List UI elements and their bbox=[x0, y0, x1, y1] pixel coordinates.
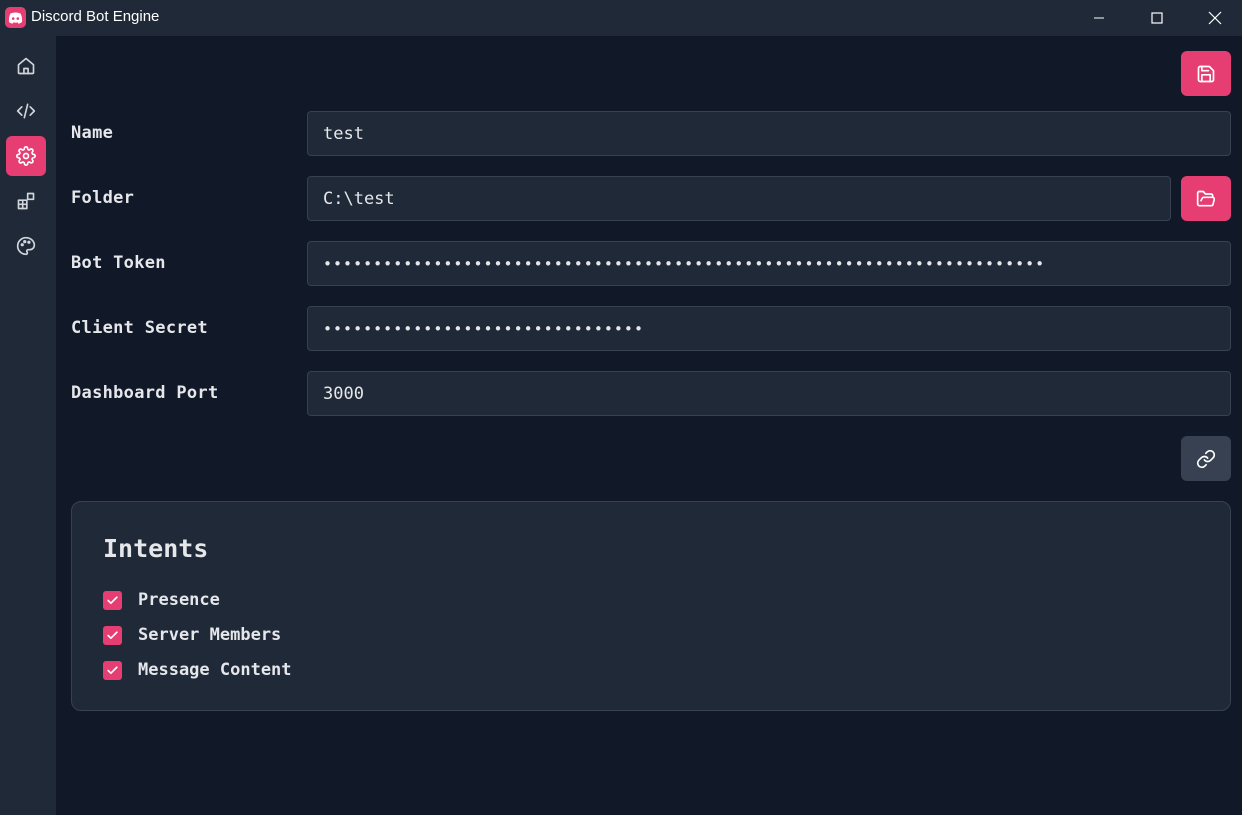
sidebar-item-settings[interactable] bbox=[6, 136, 46, 176]
client-secret-label: Client Secret bbox=[71, 318, 208, 338]
folder-open-icon bbox=[1196, 190, 1216, 206]
window-title: Discord Bot Engine bbox=[31, 8, 160, 25]
browse-folder-button[interactable] bbox=[1181, 176, 1231, 221]
folder-field[interactable]: C:\test bbox=[307, 176, 1171, 221]
name-field[interactable]: test bbox=[307, 111, 1231, 156]
dashboard-port-label: Dashboard Port bbox=[71, 383, 219, 403]
intent-presence[interactable]: Presence bbox=[103, 590, 220, 610]
maximize-icon bbox=[1151, 12, 1163, 24]
bot-token-label: Bot Token bbox=[71, 253, 166, 273]
message-content-label: Message Content bbox=[138, 660, 292, 680]
sidebar bbox=[0, 36, 56, 815]
name-label: Name bbox=[71, 123, 114, 143]
dashboard-port-field[interactable]: 3000 bbox=[307, 371, 1231, 416]
discord-icon bbox=[5, 7, 26, 28]
palette-icon bbox=[16, 236, 36, 256]
intent-server-members[interactable]: Server Members bbox=[103, 625, 281, 645]
code-icon bbox=[16, 103, 36, 119]
gear-icon bbox=[16, 146, 36, 166]
home-icon bbox=[17, 57, 35, 75]
checkmark-icon bbox=[107, 630, 118, 639]
checkmark-icon bbox=[107, 665, 118, 674]
intents-title: Intents bbox=[103, 534, 209, 563]
save-button[interactable] bbox=[1181, 51, 1231, 96]
checkmark-icon bbox=[107, 595, 118, 604]
close-icon bbox=[1208, 11, 1222, 25]
client-secret-field[interactable]: •••••••••••••••••••••••••••••••• bbox=[307, 306, 1231, 351]
minimize-button[interactable] bbox=[1070, 0, 1128, 36]
save-icon bbox=[1197, 65, 1215, 82]
folder-label: Folder bbox=[71, 188, 135, 208]
presence-label: Presence bbox=[138, 590, 220, 610]
minimize-icon bbox=[1094, 17, 1104, 19]
sidebar-item-code[interactable] bbox=[6, 91, 46, 131]
presence-checkbox[interactable] bbox=[103, 590, 122, 610]
blocks-icon bbox=[17, 192, 35, 210]
link-icon bbox=[1196, 449, 1216, 468]
title-bar: Discord Bot Engine bbox=[0, 0, 1242, 36]
close-button[interactable] bbox=[1186, 0, 1242, 36]
intent-message-content[interactable]: Message Content bbox=[103, 660, 292, 680]
sidebar-item-plugins[interactable] bbox=[6, 181, 46, 221]
intents-card: Intents Presence Server Members Message … bbox=[71, 501, 1231, 711]
message-content-checkbox[interactable] bbox=[103, 660, 122, 680]
server-members-label: Server Members bbox=[138, 625, 282, 645]
settings-panel: Name test Folder C:\test Bot Token •••••… bbox=[56, 36, 1242, 815]
server-members-checkbox[interactable] bbox=[103, 625, 122, 645]
sidebar-item-home[interactable] bbox=[6, 46, 46, 86]
bot-token-field[interactable]: ••••••••••••••••••••••••••••••••••••••••… bbox=[307, 241, 1231, 286]
maximize-button[interactable] bbox=[1128, 0, 1186, 36]
open-dashboard-link-button[interactable] bbox=[1181, 436, 1231, 481]
sidebar-item-theme[interactable] bbox=[6, 226, 46, 266]
